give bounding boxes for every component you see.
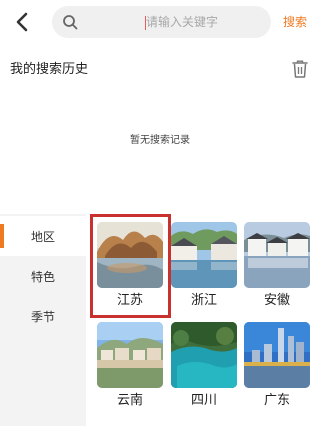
sidebar-item-label: 季节 [30, 309, 55, 324]
trash-icon [292, 60, 308, 78]
sidebar-item-season[interactable]: 季节 [0, 296, 86, 336]
chevron-left-icon [16, 12, 28, 32]
top-bar: 搜索 [0, 0, 320, 44]
sidebar-item-feature[interactable]: 特色 [0, 256, 86, 296]
back-button[interactable] [10, 10, 34, 34]
clear-history-button[interactable] [291, 59, 309, 79]
region-label: 广东 [263, 393, 290, 408]
region-label: 安徽 [263, 293, 290, 308]
search-input[interactable] [146, 6, 264, 38]
search-box[interactable] [52, 6, 271, 38]
category-sidebar: 地区 特色 季节 [0, 214, 86, 426]
sidebar-item-label: 特色 [30, 269, 55, 284]
search-button[interactable]: 搜索 [283, 13, 307, 31]
history-title: 我的搜索历史 [10, 62, 89, 77]
region-thumbnail [97, 322, 163, 388]
region-label: 云南 [116, 393, 143, 408]
sidebar-item-region[interactable]: 地区 [0, 216, 86, 256]
search-icon [63, 15, 78, 30]
selected-region-highlight [90, 214, 171, 318]
empty-history-message: 暂无搜索记录 [130, 135, 190, 146]
region-thumbnail [171, 322, 237, 388]
region-thumbnail [244, 222, 310, 288]
region-thumbnail [244, 322, 310, 388]
region-label: 浙江 [190, 293, 217, 308]
sidebar-item-label: 地区 [30, 229, 55, 244]
region-label: 四川 [190, 393, 217, 408]
region-thumbnail [171, 222, 237, 288]
